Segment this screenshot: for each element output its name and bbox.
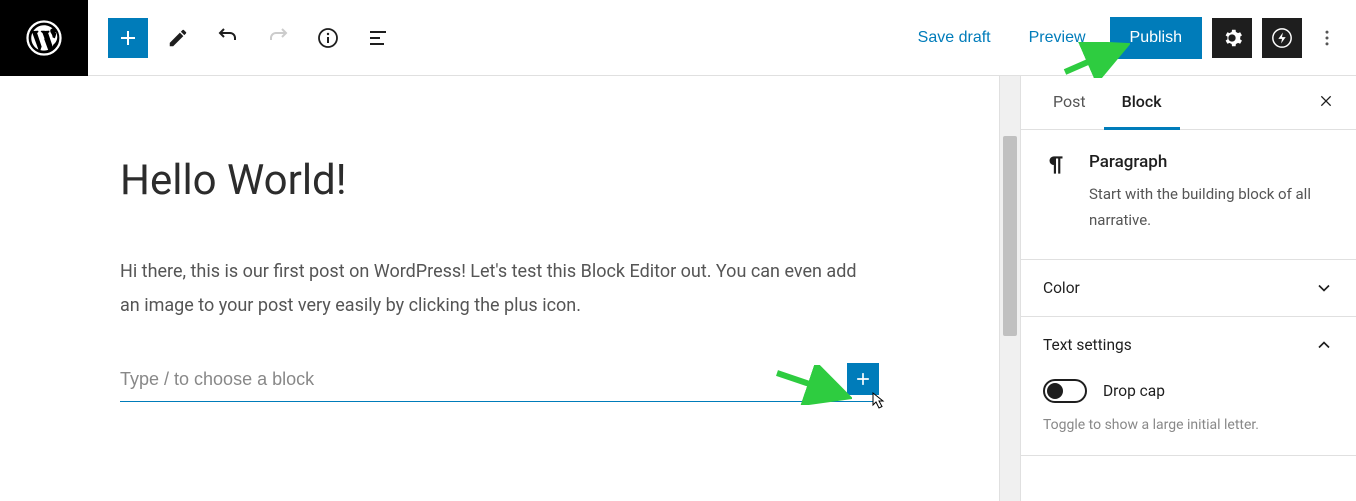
settings-sidebar: Post Block Paragraph Start with the buil… bbox=[1020, 76, 1356, 501]
block-info-text: Paragraph Start with the building block … bbox=[1089, 152, 1334, 233]
block-name: Paragraph bbox=[1089, 152, 1334, 172]
drop-cap-toggle[interactable] bbox=[1043, 379, 1087, 403]
add-block-button[interactable] bbox=[108, 18, 148, 58]
info-icon bbox=[316, 26, 340, 50]
undo-icon bbox=[216, 26, 240, 50]
drop-cap-hint: Toggle to show a large initial letter. bbox=[1043, 417, 1334, 433]
sidebar-tabs: Post Block bbox=[1021, 76, 1356, 130]
chevron-down-icon bbox=[1314, 278, 1334, 298]
plugin-button[interactable] bbox=[1262, 18, 1302, 58]
close-icon bbox=[1318, 93, 1334, 109]
drop-cap-row: Drop cap bbox=[1043, 379, 1334, 403]
tab-block[interactable]: Block bbox=[1104, 76, 1180, 130]
gear-icon bbox=[1221, 27, 1243, 49]
publish-button[interactable]: Publish bbox=[1110, 17, 1202, 59]
preview-button[interactable]: Preview bbox=[1015, 19, 1100, 57]
editor-scrollbar[interactable] bbox=[1000, 76, 1020, 501]
plus-icon bbox=[116, 26, 140, 50]
pencil-icon bbox=[167, 27, 189, 49]
drop-cap-label: Drop cap bbox=[1103, 382, 1165, 400]
block-description: Start with the building block of all nar… bbox=[1089, 182, 1334, 233]
post-paragraph[interactable]: Hi there, this is our first post on Word… bbox=[120, 255, 879, 323]
redo-button[interactable] bbox=[258, 18, 298, 58]
cursor-icon bbox=[871, 391, 889, 411]
save-draft-button[interactable]: Save draft bbox=[904, 19, 1005, 57]
color-panel[interactable]: Color bbox=[1021, 260, 1356, 317]
plus-icon bbox=[853, 369, 873, 389]
toggle-knob bbox=[1047, 383, 1063, 399]
dots-vertical-icon bbox=[1317, 28, 1337, 48]
settings-button[interactable] bbox=[1212, 18, 1252, 58]
inline-add-block-button[interactable] bbox=[847, 363, 879, 395]
wordpress-icon bbox=[26, 20, 62, 56]
paragraph-block-icon bbox=[1043, 152, 1069, 233]
top-toolbar: Save draft Preview Publish bbox=[0, 0, 1356, 76]
toolbar-left bbox=[88, 18, 398, 58]
flash-icon bbox=[1271, 27, 1293, 49]
scrollbar-thumb[interactable] bbox=[1003, 136, 1017, 336]
redo-icon bbox=[266, 26, 290, 50]
info-button[interactable] bbox=[308, 18, 348, 58]
close-sidebar-button[interactable] bbox=[1310, 85, 1342, 121]
post-title[interactable]: Hello World! bbox=[120, 156, 879, 205]
block-info-section: Paragraph Start with the building block … bbox=[1021, 130, 1356, 260]
chevron-up-icon bbox=[1314, 335, 1334, 355]
edit-button[interactable] bbox=[158, 18, 198, 58]
wordpress-logo[interactable] bbox=[0, 0, 88, 76]
tab-post[interactable]: Post bbox=[1035, 76, 1104, 130]
color-panel-title: Color bbox=[1043, 279, 1080, 297]
text-settings-title: Text settings bbox=[1043, 336, 1132, 354]
more-options-button[interactable] bbox=[1312, 18, 1342, 58]
pilcrow-icon bbox=[1043, 152, 1069, 178]
toolbar-right: Save draft Preview Publish bbox=[904, 17, 1356, 59]
block-type-input[interactable] bbox=[120, 369, 847, 390]
text-settings-panel[interactable]: Text settings bbox=[1021, 317, 1356, 373]
outline-icon bbox=[366, 26, 390, 50]
editor-canvas[interactable]: Hello World! Hi there, this is our first… bbox=[0, 76, 1000, 501]
main-area: Hello World! Hi there, this is our first… bbox=[0, 76, 1356, 501]
text-settings-body: Drop cap Toggle to show a large initial … bbox=[1021, 373, 1356, 456]
undo-button[interactable] bbox=[208, 18, 248, 58]
outline-button[interactable] bbox=[358, 18, 398, 58]
block-inserter-row bbox=[120, 363, 879, 402]
